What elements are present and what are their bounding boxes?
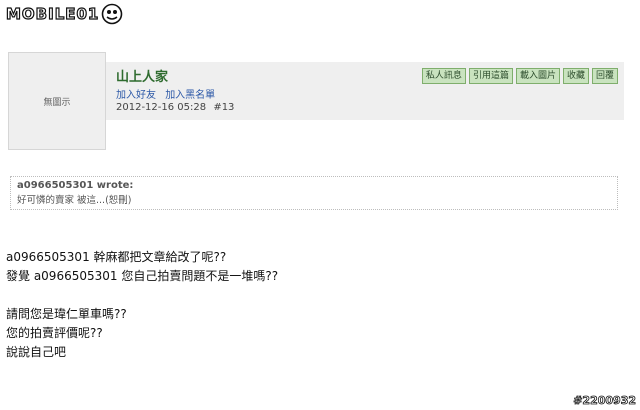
body-line: a0966505301 幹麻都把文章給改了呢?? [6, 250, 227, 264]
reply-button[interactable]: 回覆 [591, 68, 618, 84]
post-meta: 2012-12-16 05:28 #13 [116, 102, 238, 113]
body-line: 您的拍賣評價呢?? [6, 326, 103, 340]
body-line: 發覺 a0966505301 您自己拍賣問題不是一堆嗎?? [6, 269, 279, 283]
avatar-label: 無圖示 [43, 97, 71, 108]
quote-text: 好可憐的賣家 被這...(恕刪) [17, 195, 132, 206]
watermark: #2200932 [573, 394, 637, 408]
body-blank-line [6, 286, 278, 305]
logo-text: MOBILE01 [5, 4, 100, 23]
quote-author: a0966505301 wrote: [17, 180, 134, 191]
post-header: 山上人家 加入好友 加入黑名單 2012-12-16 05:28 #13 私人訊… [106, 62, 624, 120]
post-actions: 私人訊息 引用這篇 載入圖片 收藏 回覆 [421, 68, 618, 84]
logo-face-icon [102, 3, 123, 25]
post-floor[interactable]: #13 [213, 102, 234, 113]
user-links: 加入好友 加入黑名單 [116, 86, 221, 101]
quote-post-button[interactable]: 引用這篇 [468, 68, 513, 84]
site-logo[interactable]: MOBILE01 [5, 3, 123, 25]
favorite-button[interactable]: 收藏 [562, 68, 589, 84]
post-date: 2012-12-16 05:28 [116, 102, 207, 113]
private-message-button[interactable]: 私人訊息 [421, 68, 466, 84]
post-body: a0966505301 幹麻都把文章給改了呢?? 發覺 a0966505301 … [6, 248, 278, 362]
load-images-button[interactable]: 載入圖片 [515, 68, 560, 84]
body-line: 請問您是瑋仁單車嗎?? [6, 307, 127, 321]
add-friend-link[interactable]: 加入好友 [116, 90, 156, 101]
username[interactable]: 山上人家 [116, 66, 168, 85]
add-blacklist-link[interactable]: 加入黑名單 [165, 90, 215, 101]
quote-block: a0966505301 wrote: 好可憐的賣家 被這...(恕刪) [10, 176, 618, 210]
avatar[interactable]: 無圖示 [8, 52, 106, 150]
body-line: 說說自己吧 [6, 345, 67, 359]
